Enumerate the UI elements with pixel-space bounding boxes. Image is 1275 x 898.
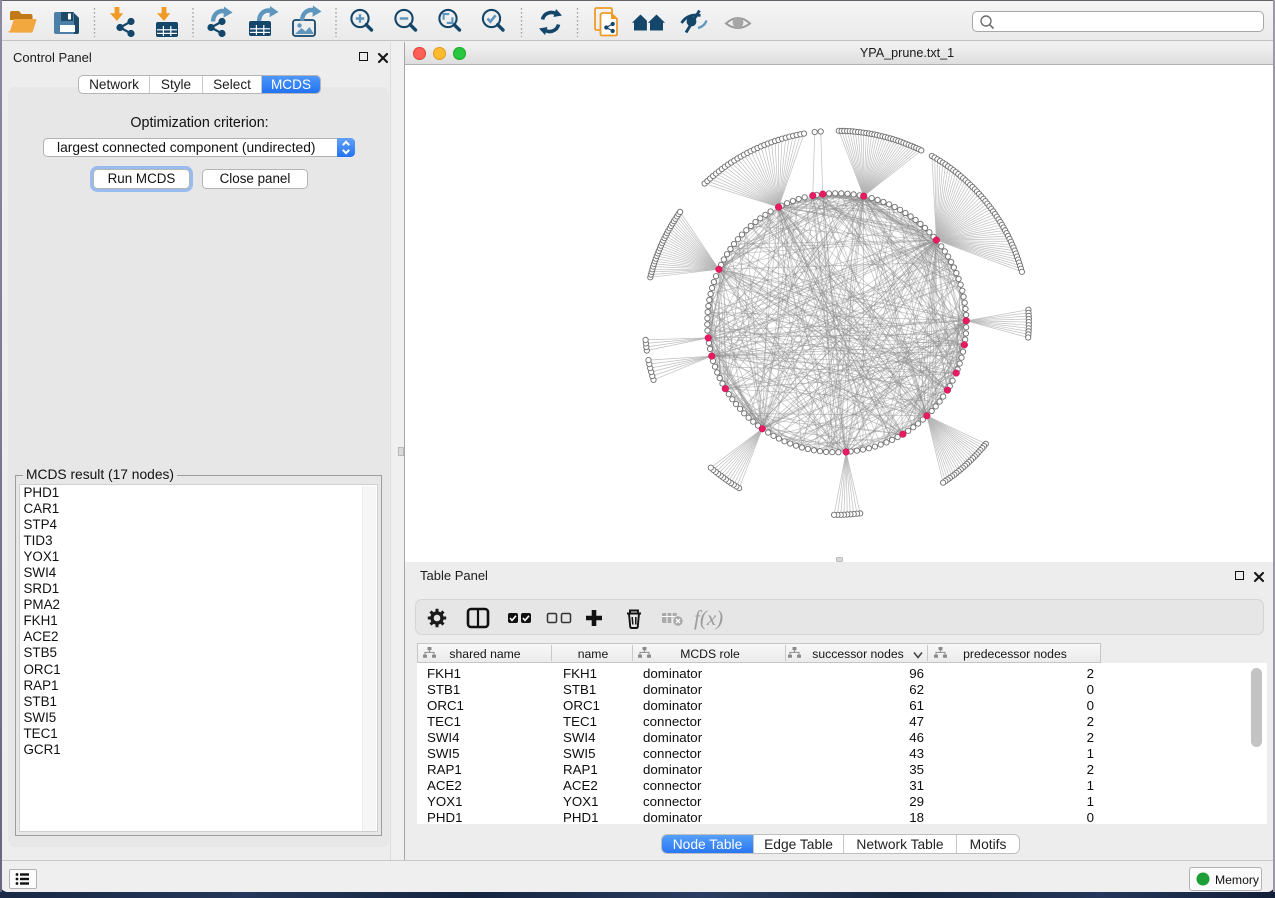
svg-text:f(x): f(x) xyxy=(694,606,723,630)
